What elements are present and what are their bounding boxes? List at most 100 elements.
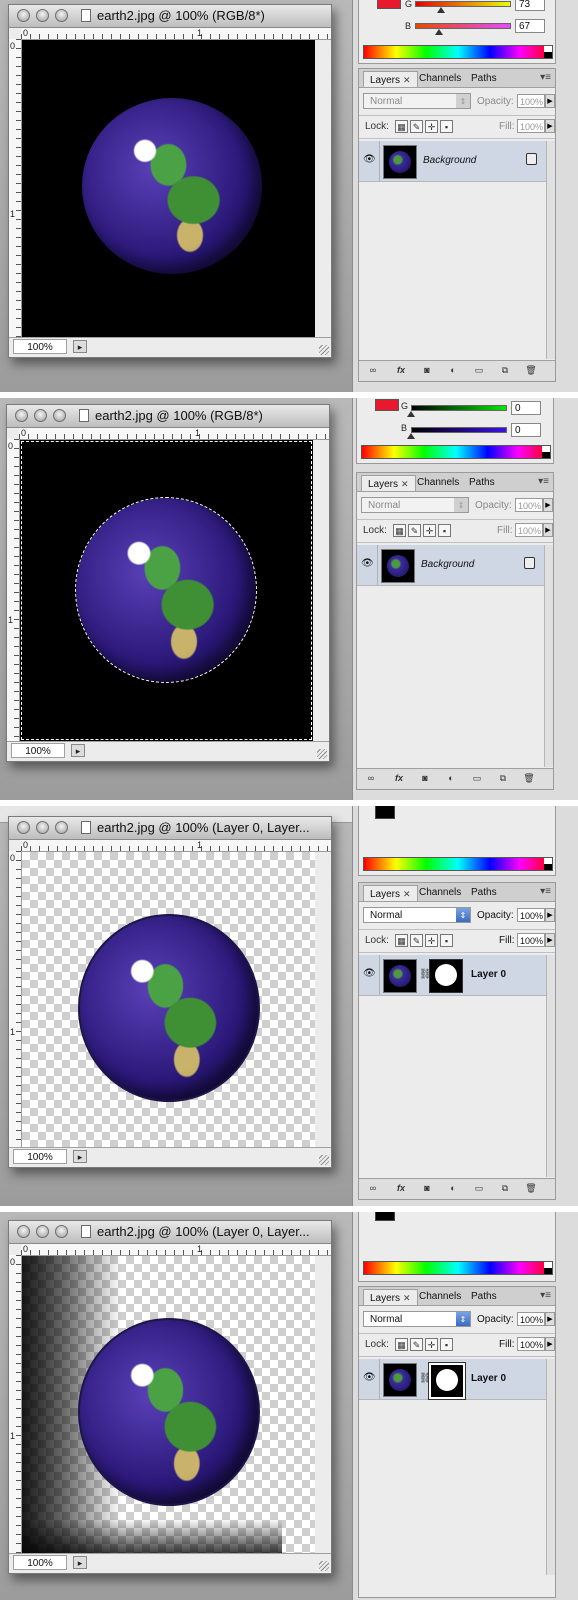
layer-style-icon[interactable]: fx — [391, 772, 407, 785]
fill-slider-arrow[interactable]: ▶ — [545, 119, 555, 133]
window-titlebar[interactable]: earth2.jpg @ 100% (RGB/8*) — [7, 405, 329, 428]
link-layers-icon[interactable]: ∞ — [365, 364, 381, 377]
tab-paths[interactable]: Paths — [465, 1289, 503, 1305]
zoom-level-field[interactable]: 100% — [13, 339, 67, 354]
opacity-field[interactable]: 100% — [515, 498, 543, 512]
eye-icon[interactable]: 👁 — [363, 968, 376, 979]
lock-transparency-icon[interactable]: ▦ — [395, 934, 408, 947]
lock-position-icon[interactable]: ✛ — [425, 120, 438, 133]
delete-layer-icon[interactable]: 🗑 — [523, 1182, 539, 1195]
add-mask-icon[interactable]: ◙ — [419, 1182, 435, 1195]
add-mask-icon[interactable]: ◙ — [419, 364, 435, 377]
blend-mode-select[interactable]: Normal ⇕ — [363, 907, 471, 923]
eye-icon[interactable]: 👁 — [363, 1372, 376, 1383]
layer-mask-thumbnail[interactable] — [428, 1362, 466, 1400]
zoom-level-field[interactable]: 100% — [11, 743, 65, 758]
zoom-window-button[interactable] — [55, 821, 68, 834]
tab-channels[interactable]: Channels — [411, 475, 465, 491]
g-slider-thumb[interactable] — [437, 7, 445, 13]
horizontal-ruler[interactable]: 0 1 — [19, 428, 329, 440]
tab-channels[interactable]: Channels — [413, 885, 467, 901]
background-color-swatch[interactable] — [375, 1212, 395, 1221]
b-slider-thumb[interactable] — [407, 433, 415, 439]
b-value-field[interactable]: 67 — [515, 19, 545, 33]
new-group-icon[interactable]: ▭ — [469, 772, 485, 785]
document-canvas[interactable] — [22, 852, 315, 1147]
close-tab-icon[interactable]: ✕ — [403, 1293, 411, 1303]
b-value-field[interactable]: 0 — [511, 423, 541, 437]
g-slider-thumb[interactable] — [407, 411, 415, 417]
minimize-window-button[interactable] — [34, 409, 47, 422]
layer-name[interactable]: Layer 0 — [471, 1373, 506, 1384]
status-menu-button[interactable]: ▸ — [73, 1150, 87, 1163]
zoom-window-button[interactable] — [53, 409, 66, 422]
close-tab-icon[interactable]: ✕ — [403, 75, 411, 85]
opacity-field[interactable]: 100% — [517, 1312, 545, 1326]
new-group-icon[interactable]: ▭ — [471, 364, 487, 377]
close-window-button[interactable] — [17, 1225, 30, 1238]
fill-slider-arrow[interactable]: ▶ — [543, 523, 553, 537]
palette-menu-icon[interactable]: ▾≡ — [540, 1290, 551, 1301]
zoom-window-button[interactable] — [55, 1225, 68, 1238]
layer-name[interactable]: Background — [423, 155, 476, 166]
link-layers-icon[interactable]: ∞ — [365, 1182, 381, 1195]
color-spectrum-ramp[interactable] — [361, 445, 551, 459]
background-color-swatch[interactable] — [375, 806, 395, 819]
adjustment-layer-icon[interactable]: ◐ — [443, 772, 459, 785]
fill-slider-arrow[interactable]: ▶ — [545, 933, 555, 947]
blend-mode-select[interactable]: Normal ⇕ — [361, 497, 469, 513]
eye-icon[interactable]: 👁 — [361, 558, 374, 569]
lock-image-icon[interactable]: ✎ — [410, 934, 423, 947]
horizontal-ruler[interactable]: 0 1 — [21, 1244, 331, 1256]
vertical-ruler[interactable]: 0 1 — [9, 1255, 22, 1553]
vertical-ruler[interactable]: 0 1 — [9, 851, 22, 1147]
opacity-field[interactable]: 100% — [517, 908, 545, 922]
palette-scrollbar[interactable] — [544, 545, 553, 767]
close-window-button[interactable] — [17, 9, 30, 22]
close-tab-icon[interactable]: ✕ — [401, 479, 409, 489]
color-spectrum-ramp[interactable] — [363, 45, 553, 59]
vertical-ruler[interactable]: 0 1 — [7, 439, 20, 741]
vertical-ruler[interactable]: 0 1 — [9, 39, 22, 337]
b-slider-thumb[interactable] — [435, 29, 443, 35]
lock-transparency-icon[interactable]: ▦ — [395, 120, 408, 133]
opacity-slider-arrow[interactable]: ▶ — [545, 1312, 555, 1326]
document-canvas[interactable] — [20, 440, 313, 741]
layer-style-icon[interactable]: fx — [393, 1182, 409, 1195]
lock-position-icon[interactable]: ✛ — [425, 934, 438, 947]
g-channel-slider[interactable] — [411, 405, 507, 411]
zoom-level-field[interactable]: 100% — [13, 1555, 67, 1570]
minimize-window-button[interactable] — [36, 1225, 49, 1238]
status-menu-button[interactable]: ▸ — [73, 340, 87, 353]
lock-position-icon[interactable]: ✛ — [425, 1338, 438, 1351]
blend-mode-select[interactable]: Normal ⇕ — [363, 1311, 471, 1327]
palette-scrollbar[interactable] — [546, 141, 555, 359]
tab-paths[interactable]: Paths — [465, 885, 503, 901]
lock-image-icon[interactable]: ✎ — [410, 120, 423, 133]
color-spectrum-ramp[interactable] — [363, 857, 553, 871]
foreground-color-swatch[interactable] — [375, 399, 399, 411]
tab-paths[interactable]: Paths — [465, 71, 503, 87]
lock-all-icon[interactable]: ▪ — [440, 120, 453, 133]
lock-position-icon[interactable]: ✛ — [423, 524, 436, 537]
g-value-field[interactable]: 0 — [511, 401, 541, 415]
opacity-slider-arrow[interactable]: ▶ — [545, 94, 555, 108]
document-canvas[interactable] — [22, 40, 315, 337]
layer-mask-thumbnail[interactable] — [429, 959, 463, 993]
tab-layers[interactable]: Layers ✕ — [363, 71, 418, 87]
palette-scrollbar[interactable] — [546, 955, 555, 1177]
new-layer-icon[interactable]: ⧉ — [497, 1182, 513, 1195]
tab-channels[interactable]: Channels — [413, 71, 467, 87]
adjustment-layer-icon[interactable]: ◐ — [445, 1182, 461, 1195]
lock-transparency-icon[interactable]: ▦ — [395, 1338, 408, 1351]
resize-grip-icon[interactable] — [317, 749, 327, 759]
tab-paths[interactable]: Paths — [463, 475, 501, 491]
zoom-level-field[interactable]: 100% — [13, 1149, 67, 1164]
close-window-button[interactable] — [15, 409, 28, 422]
horizontal-ruler[interactable]: 0 1 — [21, 28, 331, 40]
status-menu-button[interactable]: ▸ — [71, 744, 85, 757]
add-mask-icon[interactable]: ◙ — [417, 772, 433, 785]
delete-layer-icon[interactable]: 🗑 — [521, 772, 537, 785]
tab-layers[interactable]: Layers ✕ — [361, 475, 416, 491]
lock-all-icon[interactable]: ▪ — [438, 524, 451, 537]
